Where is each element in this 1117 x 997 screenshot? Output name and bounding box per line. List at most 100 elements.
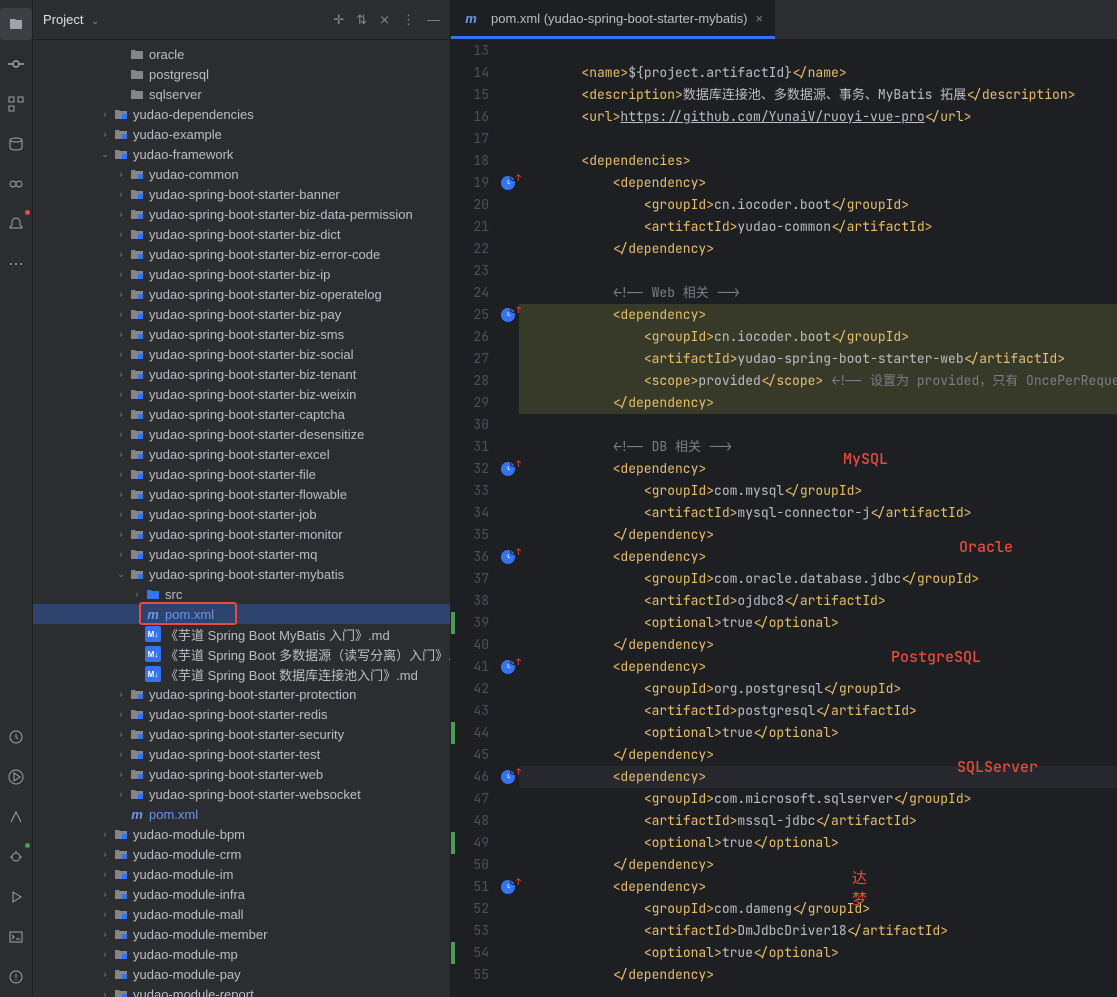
code-line[interactable]: <optional>true</optional> — [519, 612, 1117, 634]
code-line[interactable]: <!-- Web 相关 --> — [519, 282, 1117, 304]
tree-item-yudao-spring-boot-starter-excel[interactable]: ›yudao-spring-boot-starter-excel — [33, 444, 450, 464]
tree-item-yudao-spring-boot-starter-monitor[interactable]: ›yudao-spring-boot-starter-monitor — [33, 524, 450, 544]
code-line[interactable]: <groupId>com.dameng</groupId> — [519, 898, 1117, 920]
tree-arrow[interactable]: › — [113, 449, 129, 459]
tree-item-oracle[interactable]: oracle — [33, 44, 450, 64]
tree-item-yudao-module-report[interactable]: ›yudao-module-report — [33, 984, 450, 997]
tree-item-yudao-common[interactable]: ›yudao-common — [33, 164, 450, 184]
code-line[interactable]: <dependency> — [519, 656, 1117, 678]
code-line[interactable]: <optional>true</optional> — [519, 942, 1117, 964]
dependency-marker-icon[interactable]: ↑ — [501, 660, 515, 674]
notifications-tool-icon[interactable] — [0, 208, 32, 240]
tree-item-yudao-module-im[interactable]: ›yudao-module-im — [33, 864, 450, 884]
tree-arrow[interactable]: › — [113, 729, 129, 739]
tree-arrow[interactable]: › — [97, 949, 113, 959]
tab-pom-xml[interactable]: pom.xml (yudao-spring-boot-starter-mybat… — [451, 0, 775, 39]
tree-arrow[interactable]: › — [113, 209, 129, 219]
tree-arrow[interactable]: › — [97, 109, 113, 119]
tree-arrow[interactable]: › — [129, 589, 145, 599]
project-tree[interactable]: oraclepostgresqlsqlserver›yudao-dependen… — [33, 40, 450, 997]
tree-arrow[interactable]: › — [113, 289, 129, 299]
tree-item--spring-boot-mybatis-md[interactable]: 《芋道 Spring Boot MyBatis 入门》.md — [33, 624, 450, 644]
tree-arrow[interactable]: › — [113, 709, 129, 719]
tree-item-yudao-dependencies[interactable]: ›yudao-dependencies — [33, 104, 450, 124]
tree-arrow[interactable]: › — [113, 789, 129, 799]
code-line[interactable]: <scope>provided</scope> <!-- 设置为 provide… — [519, 370, 1117, 392]
tree-item-yudao-spring-boot-starter-websocket[interactable]: ›yudao-spring-boot-starter-websocket — [33, 784, 450, 804]
tree-arrow[interactable]: › — [113, 169, 129, 179]
tree-item-yudao-spring-boot-starter-biz-weixin[interactable]: ›yudao-spring-boot-starter-biz-weixin — [33, 384, 450, 404]
hide-panel-icon[interactable]: — — [427, 12, 440, 28]
code-line[interactable]: </dependency> — [519, 238, 1117, 260]
tree-item-postgresql[interactable]: postgresql — [33, 64, 450, 84]
tree-item-yudao-spring-boot-starter-biz-error-code[interactable]: ›yudao-spring-boot-starter-biz-error-cod… — [33, 244, 450, 264]
tree-arrow[interactable]: › — [113, 409, 129, 419]
select-opened-file-icon[interactable]: ✛ — [333, 12, 344, 28]
tree-item--spring-boot-md[interactable]: 《芋道 Spring Boot 多数据源（读写分离）入门》.md — [33, 644, 450, 664]
project-tool-icon[interactable] — [0, 8, 32, 40]
tree-item-pom-xml[interactable]: pom.xml — [33, 804, 450, 824]
tree-item-yudao-spring-boot-starter-biz-tenant[interactable]: ›yudao-spring-boot-starter-biz-tenant — [33, 364, 450, 384]
tree-item-yudao-spring-boot-starter-mq[interactable]: ›yudao-spring-boot-starter-mq — [33, 544, 450, 564]
code-line[interactable]: <dependency> — [519, 304, 1117, 326]
code-body[interactable]: <name>${project.artifactId}</name> <desc… — [519, 40, 1117, 997]
tree-item-yudao-spring-boot-starter-biz-ip[interactable]: ›yudao-spring-boot-starter-biz-ip — [33, 264, 450, 284]
tree-arrow[interactable]: › — [113, 509, 129, 519]
tree-arrow[interactable]: › — [113, 749, 129, 759]
code-line[interactable] — [519, 40, 1117, 62]
code-line[interactable]: <groupId>com.microsoft.sqlserver</groupI… — [519, 788, 1117, 810]
code-line[interactable]: <artifactId>postgresql</artifactId> — [519, 700, 1117, 722]
tree-item-yudao-spring-boot-starter-banner[interactable]: ›yudao-spring-boot-starter-banner — [33, 184, 450, 204]
tree-arrow[interactable]: › — [97, 829, 113, 839]
code-line[interactable]: <groupId>com.oracle.database.jdbc</group… — [519, 568, 1117, 590]
tree-item-yudao-spring-boot-starter-desensitize[interactable]: ›yudao-spring-boot-starter-desensitize — [33, 424, 450, 444]
code-line[interactable] — [519, 414, 1117, 436]
code-line[interactable]: <dependency> — [519, 546, 1117, 568]
tree-arrow[interactable]: › — [97, 929, 113, 939]
tree-item-pom-xml[interactable]: pom.xml — [33, 604, 450, 624]
tree-arrow[interactable]: › — [113, 469, 129, 479]
code-line[interactable]: <artifactId>yudao-spring-boot-starter-we… — [519, 348, 1117, 370]
clock-tool-icon[interactable] — [0, 721, 32, 753]
tree-item-yudao-spring-boot-starter-job[interactable]: ›yudao-spring-boot-starter-job — [33, 504, 450, 524]
panel-title[interactable]: Project ⌄ — [43, 12, 99, 27]
tree-arrow[interactable]: › — [113, 309, 129, 319]
tree-item-yudao-module-mall[interactable]: ›yudao-module-mall — [33, 904, 450, 924]
code-line[interactable]: <dependency> — [519, 458, 1117, 480]
tree-arrow[interactable]: › — [113, 389, 129, 399]
code-line[interactable]: </dependency> — [519, 392, 1117, 414]
code-line[interactable]: <artifactId>ojdbc8</artifactId> — [519, 590, 1117, 612]
tree-item-yudao-spring-boot-starter-test[interactable]: ›yudao-spring-boot-starter-test — [33, 744, 450, 764]
tree-item-yudao-spring-boot-starter-redis[interactable]: ›yudao-spring-boot-starter-redis — [33, 704, 450, 724]
tree-item-yudao-spring-boot-starter-web[interactable]: ›yudao-spring-boot-starter-web — [33, 764, 450, 784]
code-line[interactable]: </dependency> — [519, 634, 1117, 656]
code-line[interactable]: <name>${project.artifactId}</name> — [519, 62, 1117, 84]
code-line[interactable]: <artifactId>mssql-jdbc</artifactId> — [519, 810, 1117, 832]
build-tool-icon[interactable] — [0, 801, 32, 833]
tree-arrow[interactable]: ⌄ — [97, 149, 113, 160]
tree-item-yudao-spring-boot-starter-biz-operatelog[interactable]: ›yudao-spring-boot-starter-biz-operatelo… — [33, 284, 450, 304]
code-line[interactable]: </dependency> — [519, 524, 1117, 546]
commit-tool-icon[interactable] — [0, 48, 32, 80]
code-line[interactable]: <groupId>cn.iocoder.boot</groupId> — [519, 194, 1117, 216]
code-line[interactable]: </dependency> — [519, 854, 1117, 876]
tree-item-yudao-framework[interactable]: ⌄yudao-framework — [33, 144, 450, 164]
tree-arrow[interactable]: › — [97, 909, 113, 919]
code-line[interactable]: <artifactId>DmJdbcDriver18</artifactId> — [519, 920, 1117, 942]
terminal-tool-icon[interactable] — [0, 921, 32, 953]
dependency-marker-icon[interactable]: ↑ — [501, 176, 515, 190]
code-line[interactable]: <url>https://github.com/YunaiV/ruoyi-vue… — [519, 106, 1117, 128]
debug-tool-icon[interactable] — [0, 841, 32, 873]
tree-arrow[interactable]: › — [97, 849, 113, 859]
tree-arrow[interactable]: › — [97, 969, 113, 979]
tree-arrow[interactable]: › — [113, 189, 129, 199]
code-line[interactable]: <artifactId>yudao-common</artifactId> — [519, 216, 1117, 238]
code-line[interactable]: <groupId>cn.iocoder.boot</groupId> — [519, 326, 1117, 348]
tree-item-yudao-spring-boot-starter-biz-social[interactable]: ›yudao-spring-boot-starter-biz-social — [33, 344, 450, 364]
code-line[interactable]: <groupId>org.postgresql</groupId> — [519, 678, 1117, 700]
tree-item-yudao-module-mp[interactable]: ›yudao-module-mp — [33, 944, 450, 964]
tree-arrow[interactable]: › — [113, 549, 129, 559]
expand-all-icon[interactable]: ⇅ — [356, 12, 367, 28]
panel-options-icon[interactable]: ⋮ — [402, 12, 415, 28]
tree-item-yudao-spring-boot-starter-biz-pay[interactable]: ›yudao-spring-boot-starter-biz-pay — [33, 304, 450, 324]
